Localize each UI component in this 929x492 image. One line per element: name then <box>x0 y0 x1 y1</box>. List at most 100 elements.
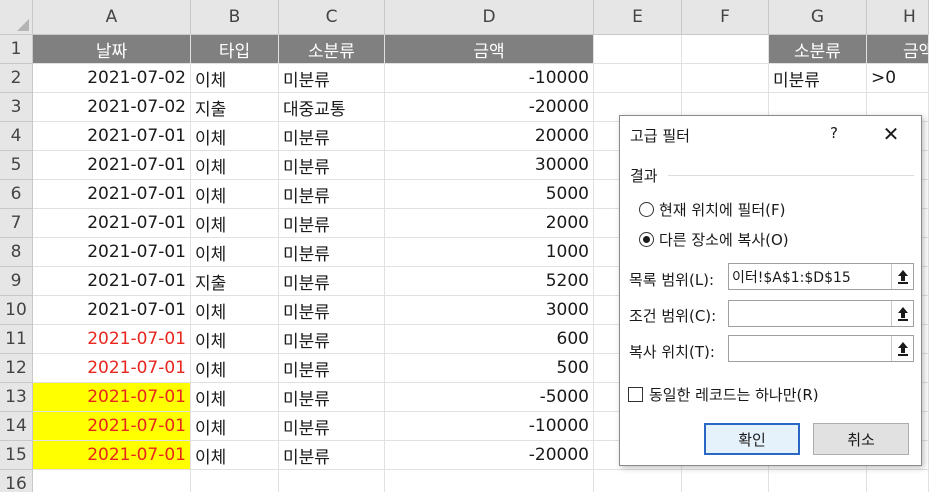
amount-cell[interactable]: -5000 <box>385 383 594 412</box>
amount-cell[interactable]: 5200 <box>385 267 594 296</box>
date-cell[interactable]: 2021-07-01 <box>33 151 191 180</box>
category-cell[interactable]: 미분류 <box>279 238 385 267</box>
category-cell[interactable]: 미분류 <box>279 180 385 209</box>
type-cell[interactable]: 이체 <box>191 238 279 267</box>
criteria-range-input[interactable] <box>729 301 891 326</box>
cell[interactable] <box>594 64 682 93</box>
radio-circle-selected[interactable] <box>639 232 654 247</box>
copy-to-field[interactable] <box>728 335 914 362</box>
date-cell[interactable]: 2021-07-01 <box>33 325 191 354</box>
range-collapse-icon[interactable] <box>891 301 913 326</box>
amount-cell[interactable]: -20000 <box>385 93 594 122</box>
help-button[interactable]: ? <box>826 122 842 144</box>
cell[interactable] <box>191 470 279 492</box>
row-header[interactable]: 13 <box>0 383 33 412</box>
date-cell[interactable]: 2021-07-01 <box>33 296 191 325</box>
type-cell[interactable]: 이체 <box>191 383 279 412</box>
amount-cell[interactable]: 2000 <box>385 209 594 238</box>
unique-records-checkbox[interactable]: 동일한 레코드는 하나만(R) <box>628 384 819 405</box>
category-cell[interactable]: 미분류 <box>279 267 385 296</box>
date-cell[interactable]: 2021-07-01 <box>33 354 191 383</box>
amount-cell[interactable]: 3000 <box>385 296 594 325</box>
header-cell-amount[interactable]: 금액 <box>385 35 594 64</box>
type-cell[interactable]: 지출 <box>191 267 279 296</box>
category-cell[interactable]: 미분류 <box>279 354 385 383</box>
column-header-e[interactable]: E <box>594 0 682 35</box>
column-header-d[interactable]: D <box>385 0 594 35</box>
category-cell[interactable]: 미분류 <box>279 296 385 325</box>
date-cell[interactable]: 2021-07-01 <box>33 267 191 296</box>
amount-cell[interactable]: 600 <box>385 325 594 354</box>
type-cell[interactable]: 이체 <box>191 209 279 238</box>
amount-cell[interactable]: 1000 <box>385 238 594 267</box>
row-header[interactable]: 15 <box>0 441 33 470</box>
column-header-g[interactable]: G <box>769 0 867 35</box>
column-header-h[interactable]: H <box>867 0 929 35</box>
amount-cell[interactable]: -20000 <box>385 441 594 470</box>
date-cell[interactable]: 2021-07-01 <box>33 209 191 238</box>
column-header-c[interactable]: C <box>279 0 385 35</box>
type-cell[interactable]: 이체 <box>191 122 279 151</box>
header-cell-category[interactable]: 소분류 <box>279 35 385 64</box>
cell[interactable] <box>594 35 682 64</box>
category-cell[interactable]: 미분류 <box>279 151 385 180</box>
row-header[interactable]: 14 <box>0 412 33 441</box>
ok-button[interactable]: 확인 <box>704 423 800 455</box>
date-cell[interactable]: 2021-07-01 <box>33 383 191 412</box>
date-cell[interactable]: 2021-07-01 <box>33 441 191 470</box>
category-cell[interactable]: 미분류 <box>279 209 385 238</box>
range-collapse-icon[interactable] <box>891 336 913 361</box>
amount-cell[interactable]: -10000 <box>385 412 594 441</box>
category-cell[interactable]: 미분류 <box>279 441 385 470</box>
date-cell[interactable]: 2021-07-01 <box>33 122 191 151</box>
cell[interactable] <box>867 470 929 492</box>
cell[interactable] <box>279 470 385 492</box>
row-header[interactable]: 5 <box>0 151 33 180</box>
cell[interactable] <box>385 470 594 492</box>
cell[interactable] <box>594 470 682 492</box>
row-header[interactable]: 7 <box>0 209 33 238</box>
type-cell[interactable]: 이체 <box>191 296 279 325</box>
amount-cell[interactable]: 500 <box>385 354 594 383</box>
cell[interactable] <box>33 470 191 492</box>
type-cell[interactable]: 이체 <box>191 180 279 209</box>
criteria-value-category[interactable]: 미분류 <box>769 64 867 93</box>
checkbox-box[interactable] <box>628 387 643 402</box>
cell[interactable] <box>682 35 769 64</box>
type-cell[interactable]: 지출 <box>191 93 279 122</box>
category-cell[interactable]: 미분류 <box>279 412 385 441</box>
date-cell[interactable]: 2021-07-02 <box>33 93 191 122</box>
cell[interactable] <box>682 64 769 93</box>
type-cell[interactable]: 이체 <box>191 354 279 383</box>
amount-cell[interactable]: 20000 <box>385 122 594 151</box>
type-cell[interactable]: 이체 <box>191 64 279 93</box>
header-cell-type[interactable]: 타입 <box>191 35 279 64</box>
select-all-corner[interactable] <box>0 0 33 35</box>
category-cell[interactable]: 미분류 <box>279 383 385 412</box>
date-cell[interactable]: 2021-07-02 <box>33 64 191 93</box>
radio-filter-in-place[interactable]: 현재 위치에 필터(F) <box>639 199 785 220</box>
radio-copy-to-location[interactable]: 다른 장소에 복사(O) <box>639 229 789 250</box>
row-header[interactable]: 12 <box>0 354 33 383</box>
radio-circle[interactable] <box>639 202 654 217</box>
row-header[interactable]: 11 <box>0 325 33 354</box>
row-header[interactable]: 2 <box>0 64 33 93</box>
range-collapse-icon[interactable] <box>891 264 913 289</box>
criteria-header-category[interactable]: 소분류 <box>769 35 867 64</box>
criteria-header-amount[interactable]: 금액 <box>867 35 929 64</box>
column-header-b[interactable]: B <box>191 0 279 35</box>
column-header-a[interactable]: A <box>33 0 191 35</box>
row-header[interactable]: 8 <box>0 238 33 267</box>
type-cell[interactable]: 이체 <box>191 441 279 470</box>
amount-cell[interactable]: 5000 <box>385 180 594 209</box>
row-header[interactable]: 4 <box>0 122 33 151</box>
criteria-range-field[interactable] <box>728 300 914 327</box>
row-header[interactable]: 16 <box>0 470 33 492</box>
list-range-field[interactable]: 이터!$A$1:$D$15 <box>728 263 914 290</box>
row-header[interactable]: 9 <box>0 267 33 296</box>
close-icon[interactable]: ✕ <box>878 122 904 146</box>
date-cell[interactable]: 2021-07-01 <box>33 412 191 441</box>
row-header[interactable]: 1 <box>0 35 33 64</box>
list-range-input[interactable]: 이터!$A$1:$D$15 <box>729 264 891 289</box>
criteria-value-amount[interactable]: >0 <box>867 64 929 93</box>
